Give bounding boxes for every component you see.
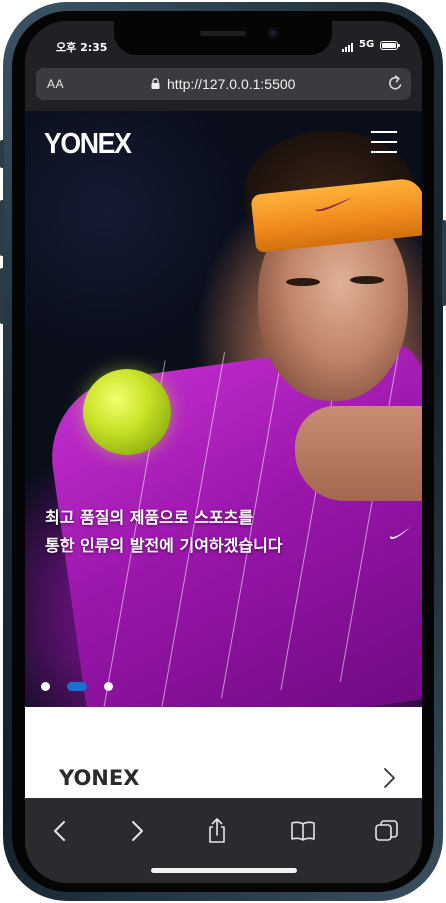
device-screen: 오후 2:35 5G AA http://127.0.0.1:5500 YONE… [25,21,422,883]
swoosh-logo-icon [390,527,410,539]
front-camera [267,27,279,39]
forward-icon[interactable] [122,818,150,844]
lock-icon [151,78,160,89]
back-icon[interactable] [47,818,75,844]
battery-icon [380,41,400,50]
browser-toolbar [25,798,422,883]
hero-tagline-line1: 최고 품질의 제품으로 스포츠를 [45,508,254,527]
swoosh-logo-icon [315,197,353,212]
status-time: 오후 2:35 [56,41,108,54]
hero-player-arm [295,406,422,501]
hero-tagline-line2: 통한 인류의 발전에 기여하겠습니다 [45,536,283,555]
hero-tagline: 최고 품질의 제품으로 스포츠를 통한 인류의 발전에 기여하겠습니다 [45,504,375,560]
tabs-icon[interactable] [373,818,401,844]
signal-icon [342,42,356,52]
reload-icon[interactable] [386,74,404,94]
address-bar[interactable]: AA http://127.0.0.1:5500 [36,68,411,100]
tennis-ball [83,369,171,455]
volume-down-button [0,268,4,324]
chevron-right-icon[interactable] [383,767,397,789]
speaker [200,31,246,36]
text-size-button[interactable]: AA [47,77,64,91]
section-title: YONEX [59,766,140,790]
status-bar: 오후 2:35 5G [25,21,422,67]
slider-dot-1[interactable] [41,682,50,691]
slider-dot-2[interactable] [67,682,87,691]
url-text[interactable]: http://127.0.0.1:5500 [167,76,295,92]
slider-dot-3[interactable] [104,682,113,691]
volume-up-button [0,200,4,256]
bookmarks-icon[interactable] [289,818,317,844]
notch [114,21,332,55]
hero-banner[interactable]: YONEX 최고 품질의 제품으로 스포츠를 통한 인류의 발전에 기여하겠습니… [25,111,422,707]
yonex-logo[interactable]: YONEX [44,128,132,161]
hamburger-menu-icon[interactable] [371,131,397,153]
share-icon[interactable] [203,818,231,844]
mute-switch [0,140,4,168]
network-type: 5G [359,39,375,50]
power-button [442,220,446,306]
home-indicator[interactable] [151,868,297,873]
